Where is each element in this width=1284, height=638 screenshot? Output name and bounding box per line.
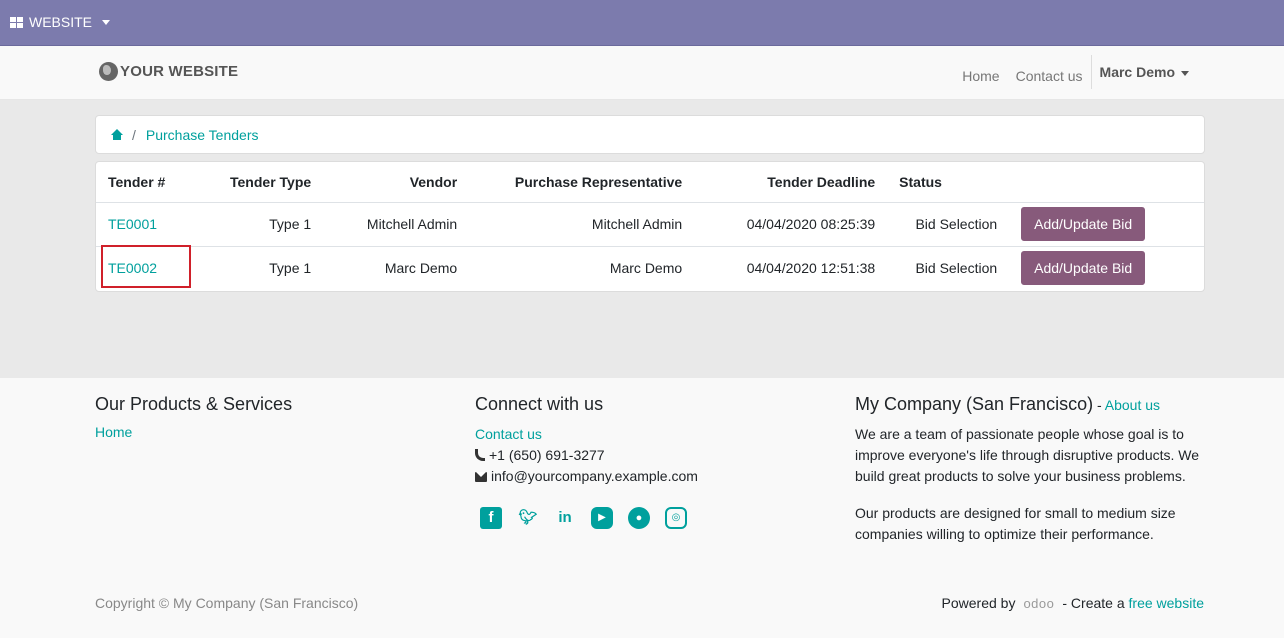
tender-rep: Marc Demo [469,245,695,290]
powered-by-prefix: Powered by [941,595,1016,611]
free-website-link[interactable]: free website [1129,595,1204,611]
table-row: TE0002 Type 1 Marc Demo Marc Demo 04/04/… [96,245,1204,290]
table-row: TE0001 Type 1 Mitchell Admin Mitchell Ad… [96,202,1204,246]
breadcrumb-separator: / [132,126,136,143]
twitter-icon[interactable]: 🐦︎ [517,507,539,529]
footer-contact-link[interactable]: Contact us [475,426,542,442]
tender-status: Bid Selection [887,245,1010,290]
footer-company-dash: - [1093,397,1105,413]
youtube-icon[interactable]: ▶ [591,507,613,529]
footer-home-link[interactable]: Home [95,424,132,440]
linkedin-icon[interactable]: in [554,507,576,529]
col-rep: Purchase Representative [469,162,695,203]
tender-rep: Mitchell Admin [591,216,683,232]
envelope-icon [475,472,487,482]
tenders-table: Tender # Tender Type Vendor Purchase Rep… [96,162,1204,290]
footer-company-description: We are a team of passionate people whose… [855,426,1200,484]
tender-type: Type 1 [269,216,312,232]
col-action [1009,162,1204,203]
tender-status: Bid Selection [915,216,998,232]
instagram-icon[interactable]: ◎ [665,507,687,529]
home-icon[interactable] [111,129,123,140]
powered-by: Powered by odoo - Create a free website [942,595,1204,611]
globe-icon [99,62,118,81]
breadcrumb-purchase-tenders[interactable]: Purchase Tenders [146,127,259,143]
tender-deadline: 04/04/2020 08:25:39 [746,216,876,232]
nav-contact[interactable]: Contact us [1008,68,1091,84]
footer-about-link[interactable]: About us [1105,397,1160,413]
footer-company-products: Our products are designed for small to m… [855,505,1176,542]
odoo-logo[interactable]: odoo [1023,596,1054,611]
footer-products-title: Our Products & Services [95,394,293,414]
main-nav: Home Contact us Marc Demo [954,55,1197,89]
main-content: / Purchase Tenders Tender # Tender Type … [0,100,1284,378]
app-label: WEBSITE [29,14,93,30]
phone-icon [475,449,485,461]
brand-text: YOUR WEBSITE [120,63,239,80]
breadcrumb: / Purchase Tenders [95,115,1205,154]
github-icon[interactable]: ● [628,507,650,529]
footer-email: info@yourcompany.example.com [491,468,698,484]
footer-products: Our Products & Services Home [95,394,435,440]
facebook-icon[interactable]: f [480,507,502,529]
add-update-bid-button[interactable]: Add/Update Bid [1021,251,1146,286]
col-tender: Tender # [96,162,218,203]
apps-grid-icon [10,16,23,28]
tenders-table-card: Tender # Tender Type Vendor Purchase Rep… [95,161,1205,292]
user-menu[interactable]: Marc Demo [1090,55,1197,89]
copyright: Copyright © My Company (San Francisco) [95,595,359,611]
tender-link[interactable]: TE0001 [108,216,157,232]
admin-bar: WEBSITE [0,0,1284,46]
col-status: Status [887,162,1010,203]
caret-down-icon [1181,70,1189,76]
footer-company: My Company (San Francisco) - About us We… [855,394,1205,545]
nav-home[interactable]: Home [954,68,1007,84]
website-app-menu[interactable]: WEBSITE [10,14,111,30]
tender-vendor: Marc Demo [323,245,470,290]
brand-logo[interactable]: YOUR WEBSITE [99,62,238,81]
footer-connect-title: Connect with us [475,394,604,414]
footer-connect: Connect with us Contact us +1 (650) 691-… [475,394,815,529]
tender-deadline: 04/04/2020 12:51:38 [694,245,888,290]
highlight-box [101,245,191,288]
col-deadline: Tender Deadline [694,162,888,203]
add-update-bid-button[interactable]: Add/Update Bid [1021,207,1146,241]
col-vendor: Vendor [323,162,470,203]
footer-company-title: My Company (San Francisco) [855,394,1094,414]
tender-vendor: Mitchell Admin [366,216,458,232]
caret-down-icon [102,19,111,25]
col-type: Tender Type [218,162,324,203]
footer-phone: +1 (650) 691-3277 [489,447,605,463]
footer-company-heading: My Company (San Francisco) - About us [855,394,1205,415]
footer: Our Products & Services Home Connect wit… [0,378,1284,638]
table-header-row: Tender # Tender Type Vendor Purchase Rep… [96,162,1204,203]
powered-by-middle: - Create a [1062,595,1125,611]
tender-type: Type 1 [218,245,324,290]
user-name: Marc Demo [1099,64,1175,80]
website-header: YOUR WEBSITE Home Contact us Marc Demo [0,46,1284,100]
social-links: f 🐦︎ in ▶ ● ◎ [480,507,815,529]
